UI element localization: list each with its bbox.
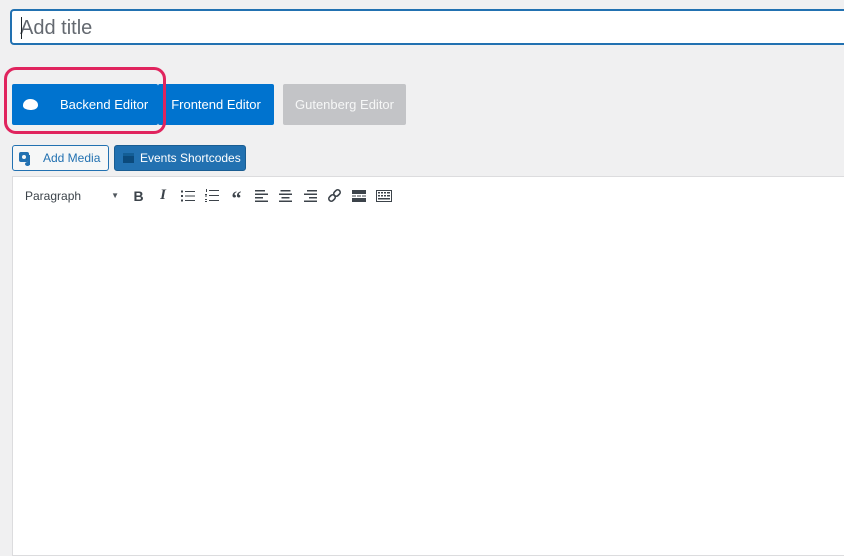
toolbar-toggle-button[interactable] <box>373 184 395 208</box>
italic-button[interactable]: I <box>152 184 174 208</box>
editor-content-area[interactable] <box>13 214 844 555</box>
bulleted-list-icon <box>180 190 195 201</box>
numbered-list-button[interactable] <box>201 184 223 208</box>
blockquote-button[interactable]: “ <box>226 184 248 210</box>
align-right-button[interactable] <box>299 184 321 208</box>
backend-editor-button[interactable]: Backend Editor <box>12 84 158 125</box>
add-media-button[interactable]: Add Media <box>12 145 109 171</box>
classic-editor: Paragraph ▼ B I “ <box>12 176 844 556</box>
backend-editor-label: Backend Editor <box>60 97 149 112</box>
events-shortcodes-button[interactable]: Events Shortcodes <box>114 145 246 171</box>
title-input[interactable] <box>12 11 844 43</box>
bold-icon: B <box>133 187 144 204</box>
text-caret <box>21 17 22 39</box>
editor-toolbar: Paragraph ▼ B I “ <box>13 177 844 215</box>
format-select[interactable]: Paragraph ▼ <box>17 184 125 208</box>
add-media-icon <box>19 151 35 166</box>
link-icon <box>328 189 341 202</box>
title-field-wrapper <box>11 10 844 44</box>
align-center-button[interactable] <box>275 184 297 208</box>
read-more-button[interactable] <box>348 184 370 208</box>
gutenberg-editor-button[interactable]: Gutenberg Editor <box>283 84 406 125</box>
italic-icon: I <box>160 187 166 203</box>
chevron-down-icon: ▼ <box>111 191 119 200</box>
align-left-button[interactable] <box>250 184 272 208</box>
gutenberg-editor-label: Gutenberg Editor <box>294 97 394 112</box>
align-center-icon <box>279 189 292 202</box>
bulleted-list-button[interactable] <box>177 184 199 208</box>
numbered-list-icon <box>205 189 219 202</box>
keyboard-icon <box>375 189 392 202</box>
frontend-editor-label: Frontend Editor <box>171 97 261 112</box>
blockquote-icon: “ <box>231 187 242 210</box>
read-more-icon <box>352 189 366 202</box>
align-left-icon <box>254 189 268 202</box>
add-media-label: Add Media <box>43 151 101 165</box>
page-builder-logo-icon <box>23 99 38 110</box>
insert-link-button[interactable] <box>324 184 346 208</box>
events-shortcodes-label: Events Shortcodes <box>140 151 241 165</box>
bold-button[interactable]: B <box>128 184 150 208</box>
align-right-icon <box>303 189 317 202</box>
frontend-editor-button[interactable]: Frontend Editor <box>158 84 274 125</box>
calendar-icon <box>123 153 134 163</box>
format-select-value: Paragraph <box>25 188 82 203</box>
